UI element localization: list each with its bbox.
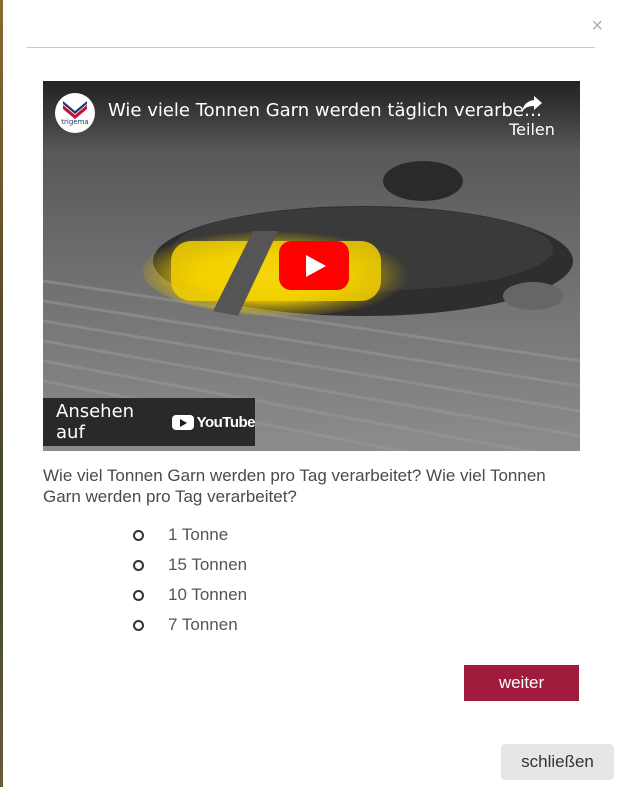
channel-name: trigema — [61, 118, 89, 126]
answer-option[interactable]: 10 Tonnen — [133, 580, 247, 610]
youtube-logo: YouTube — [171, 413, 256, 431]
share-button[interactable]: Teilen — [504, 95, 560, 139]
close-icon[interactable]: × — [591, 16, 603, 36]
youtube-embed[interactable]: trigema Wie viele Tonnen Garn werden täg… — [43, 81, 580, 451]
answer-option[interactable]: 7 Tonnen — [133, 610, 247, 640]
share-arrow-icon — [522, 96, 542, 112]
close-button[interactable]: schließen — [501, 744, 614, 780]
play-button[interactable] — [279, 241, 349, 290]
channel-avatar[interactable]: trigema — [55, 93, 95, 133]
radio-button[interactable] — [133, 619, 144, 631]
radio-button[interactable] — [133, 529, 144, 541]
answer-label: 7 Tonnen — [168, 615, 238, 634]
header-divider — [27, 47, 595, 48]
next-button[interactable]: weiter — [464, 665, 579, 701]
answer-label: 15 Tonnen — [168, 555, 248, 574]
answer-option[interactable]: 15 Tonnen — [133, 550, 247, 580]
share-label: Teilen — [509, 120, 555, 139]
radio-button[interactable] — [133, 589, 144, 601]
chevron-logo-icon — [63, 101, 87, 119]
answer-label: 1 Tonne — [168, 525, 229, 544]
answer-label: 10 Tonnen — [168, 585, 248, 604]
youtube-icon — [171, 414, 194, 430]
answer-option[interactable]: 1 Tonne — [133, 520, 247, 550]
question-text: Wie viel Tonnen Garn werden pro Tag vera… — [43, 466, 546, 506]
watch-on-label: Ansehen auf — [56, 401, 135, 443]
answer-options: 1 Tonne 15 Tonnen 10 Tonnen 7 Tonnen — [133, 520, 247, 640]
youtube-wordmark: YouTube — [196, 413, 256, 431]
quiz-dialog: × trigema Wie viele Tonnen Garn werden t… — [3, 0, 619, 787]
watch-on-youtube-button[interactable]: Ansehen auf YouTube — [43, 398, 256, 446]
video-title[interactable]: Wie viele Tonnen Garn werden täglich ver… — [108, 100, 542, 121]
radio-button[interactable] — [133, 559, 144, 571]
